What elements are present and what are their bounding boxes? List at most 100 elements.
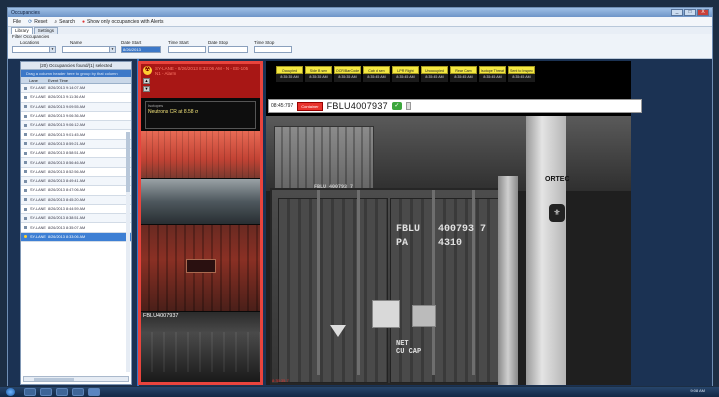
taskbar-app-explorer[interactable]	[24, 388, 36, 396]
row-icon	[21, 151, 29, 155]
table-row[interactable]: SY-LANE 8/26/2013 8:59:21 AM	[21, 139, 131, 150]
scroll-thumb[interactable]	[126, 132, 130, 192]
container-dropdown[interactable]	[405, 102, 411, 110]
group-by-hint[interactable]: Drag a column header here to group by th…	[21, 70, 131, 77]
filter-panel: Filter Occupancies Locations ▼ Name ▼ Da…	[8, 34, 712, 59]
container-id-text: FBLU4007937	[326, 101, 388, 111]
tab-library[interactable]: Library	[11, 27, 33, 34]
row-lane: SY-LANE	[30, 179, 46, 184]
table-row[interactable]: SY-LANE 8/26/2013 8:45:20 AM	[21, 195, 131, 205]
file-menu[interactable]: File	[13, 19, 21, 25]
row-event-time: 8/26/2013 9:14:07 AM	[48, 86, 86, 91]
row-lane: SY-LANE	[30, 225, 46, 230]
container-code-line2: PA 4310	[396, 238, 463, 249]
locations-label: Locations	[20, 40, 40, 45]
row-icon	[21, 207, 29, 211]
name-select[interactable]: ▼	[62, 46, 116, 53]
table-row[interactable]: SY-LANE 8/26/2013 8:38:51 AM	[21, 214, 131, 224]
row-event-time: 8/26/2013 8:58:51 AM	[48, 151, 86, 156]
row-event-time: 8/26/2013 9:11:36 AM	[48, 95, 85, 100]
table-row[interactable]: SY-LANE 8/26/2013 8:35:07 AM	[21, 223, 131, 233]
front-container: FBLU 400793 7 PA 4310 NET CU CAP	[270, 188, 500, 385]
container-flag: Container	[297, 101, 323, 111]
list-header: (20) Occupancies found/(1) selected	[21, 62, 131, 70]
status-label: Sent to Inspec	[508, 66, 535, 74]
table-row[interactable]: SY-LANE 8/26/2013 9:09:55 AM	[21, 102, 131, 112]
name-label: Name	[70, 40, 83, 45]
alarm-detail-panel: ☢ SY-LANE - 8/26/2013 8:33:06 AM - N - E…	[138, 61, 263, 385]
alerts-only-toggle[interactable]: ● Show only occupancies with Alerts	[82, 19, 163, 25]
status-time: 8:35:35 AM	[280, 75, 299, 79]
close-button[interactable]: X	[697, 9, 709, 16]
col-event-time[interactable]: Event Time	[48, 77, 68, 83]
table-row[interactable]: SY-LANE 8/26/2013 8:58:51 AM	[21, 149, 131, 159]
row-lane: SY-LANE	[30, 95, 46, 100]
portal-post	[498, 176, 518, 385]
status-label: Occupied	[276, 66, 303, 74]
vehicle-image[interactable]	[141, 179, 260, 224]
table-row[interactable]: SY-LANE 8/26/2013 8:52:56 AM	[21, 168, 131, 177]
vertical-scrollbar[interactable]	[126, 132, 130, 372]
status-time: 8:35:45 AM	[483, 75, 502, 79]
scroll-thumb[interactable]	[34, 378, 74, 381]
table-row[interactable]: SY-LANE 8/26/2013 9:11:36 AM	[21, 93, 131, 103]
reset-button[interactable]: ⟳ Reset	[28, 19, 47, 25]
status-indicator: LPR Right 8:35:45 AM	[392, 66, 419, 82]
table-row[interactable]: SY-LANE 8/26/2013 8:56:46 AM	[21, 158, 131, 168]
start-button[interactable]	[6, 388, 15, 396]
date-start-input[interactable]: 8/26/2013	[121, 46, 161, 53]
toolbar: File ⟳ Reset ⌕ Search ● Show only occupa…	[8, 17, 712, 27]
chevron-down-icon: ▼	[109, 47, 115, 52]
table-row[interactable]: SY-LANE 8/26/2013 8:49:41 AM	[21, 176, 131, 187]
taskbar-app-media[interactable]	[56, 388, 68, 396]
status-time: 8:35:45 AM	[512, 75, 531, 79]
alarm-banner: ☢ SY-LANE - 8/26/2013 8:33:06 AM - N - E…	[141, 64, 260, 98]
taskbar-app-browser[interactable]	[40, 388, 52, 396]
info-plate	[412, 305, 436, 327]
tab-settings[interactable]: Settings	[33, 27, 59, 34]
time-stop-input[interactable]	[254, 46, 292, 53]
col-lane[interactable]: Lane	[29, 77, 48, 83]
alarm-text: SY-LANE - 8/26/2013 8:33:06 AM - N - EE-…	[155, 66, 249, 76]
search-button[interactable]: ⌕ Search	[54, 19, 75, 25]
locations-select[interactable]: ▼	[12, 46, 56, 53]
status-label: Unoccupied	[421, 66, 448, 74]
container-rear-image[interactable]	[141, 312, 260, 382]
content-area: (20) Occupancies found/(1) selected Drag…	[8, 59, 712, 386]
confirm-check-button[interactable]: ✓	[391, 102, 402, 110]
table-row[interactable]: SY-LANE 8/26/2013 9:06:36 AM	[21, 112, 131, 122]
date-stop-input[interactable]	[208, 46, 248, 53]
camera-view: FBLU 400793 7 FBLU 400793 7 PA 4310 NET …	[266, 61, 642, 385]
table-row[interactable]: SY-LANE 8/26/2013 8:33:06 AM	[21, 232, 131, 243]
status-time: 8:35:45 AM	[425, 75, 444, 79]
status-indicator: Rear Cam 8:35:45 AM	[450, 66, 477, 82]
list-columns: Lane Event Time	[21, 77, 131, 84]
time-start-input[interactable]	[168, 46, 206, 53]
minimize-button[interactable]: _	[671, 9, 683, 16]
horizontal-scrollbar[interactable]	[23, 376, 129, 382]
row-event-time: 8/26/2013 8:52:56 AM	[48, 169, 86, 174]
table-row[interactable]: SY-LANE 8/26/2013 9:14:07 AM	[21, 84, 131, 94]
row-lane: SY-LANE	[30, 132, 46, 137]
time-start-label: Time Start	[168, 40, 189, 45]
row-lane: SY-LANE	[30, 234, 46, 239]
scroll-down-button[interactable]: ▼	[143, 86, 150, 92]
row-icon	[21, 161, 29, 165]
maximize-button[interactable]: □	[684, 9, 696, 16]
row-event-time: 8/26/2013 8:38:51 AM	[48, 216, 86, 221]
table-row[interactable]: SY-LANE 8/26/2013 8:47:06 AM	[21, 186, 131, 196]
table-row[interactable]: SY-LANE 8/26/2013 8:44:59 AM	[21, 205, 131, 215]
container-code-line1: FBLU 400793 7	[396, 224, 487, 235]
scroll-up-button[interactable]: ▲	[143, 78, 150, 84]
row-icon	[21, 123, 29, 127]
table-row[interactable]: SY-LANE 8/26/2013 9:06:12 AM	[21, 121, 131, 131]
table-row[interactable]: SY-LANE 8/26/2013 9:01:45 AM	[21, 130, 131, 140]
row-lane: SY-LANE	[30, 104, 46, 109]
container-top-image[interactable]	[141, 131, 260, 178]
row-event-time: 8/26/2013 8:44:59 AM	[48, 207, 86, 211]
camera-scene[interactable]: FBLU 400793 7 FBLU 400793 7 PA 4310 NET …	[266, 116, 631, 385]
taskbar-app-tool[interactable]	[72, 388, 84, 396]
container-code-plate	[186, 259, 216, 273]
status-label: Side B sen	[305, 66, 332, 74]
taskbar-app-occupancies[interactable]	[88, 388, 100, 396]
